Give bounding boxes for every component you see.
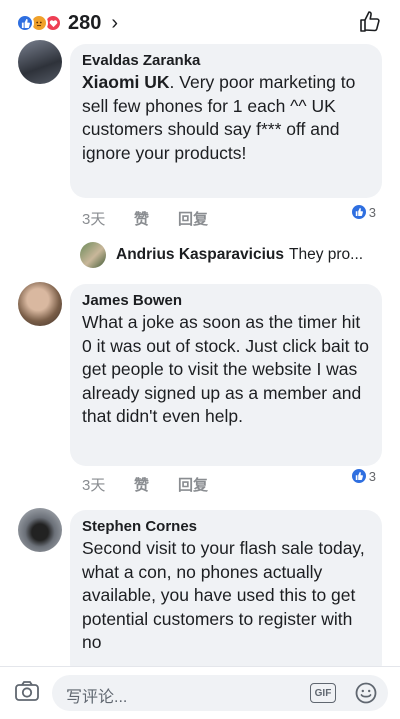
comment-placeholder: 写评论... <box>66 689 128 706</box>
reply-button[interactable]: 回复 <box>178 474 208 495</box>
reply-button[interactable]: 回复 <box>178 208 208 229</box>
comment-text: Xiaomi UK. Very poor marketing to sell f… <box>82 72 356 163</box>
camera-icon[interactable] <box>14 679 40 708</box>
like-button[interactable]: 赞 <box>134 208 178 229</box>
comment-reaction-count[interactable]: 3 <box>350 204 376 220</box>
mention-link[interactable]: Xiaomi UK <box>82 72 170 92</box>
like-reaction-icon <box>350 204 367 220</box>
reply-avatar <box>80 242 106 268</box>
comment-text: What a joke as soon as the timer hit 0 i… <box>82 312 369 426</box>
emoji-icon[interactable] <box>354 681 378 710</box>
comment-meta: 3天 赞 回复 <box>82 208 208 229</box>
comment-input[interactable]: 写评论... GIF <box>52 675 388 711</box>
like-reaction-icon <box>16 14 34 32</box>
reactions-header: 280 › <box>0 0 400 46</box>
reply-snippet: They pro... <box>288 246 364 263</box>
like-button[interactable]: 赞 <box>134 474 178 495</box>
comment-time: 3天 <box>82 477 106 494</box>
gif-icon[interactable]: GIF <box>310 683 336 703</box>
avatar[interactable] <box>18 282 62 326</box>
reply-author[interactable]: Andrius Kasparavicius <box>116 246 284 264</box>
comment-author[interactable]: James Bowen <box>82 292 370 309</box>
comment-text: Second visit to your flash sale today, w… <box>82 538 365 652</box>
comment-meta: 3天 赞 回复 <box>82 474 208 495</box>
reaction-count[interactable]: 280 <box>68 12 101 35</box>
avatar[interactable] <box>18 508 62 552</box>
thumbs-up-icon[interactable] <box>358 10 382 39</box>
comment-author[interactable]: Evaldas Zaranka <box>82 52 370 69</box>
comment-bubble[interactable]: Evaldas Zaranka Xiaomi UK. Very poor mar… <box>70 44 382 198</box>
avatar[interactable] <box>18 40 62 84</box>
comment-reaction-count[interactable]: 3 <box>350 468 376 484</box>
comment-composer: 写评论... GIF <box>0 666 400 719</box>
reaction-icons[interactable] <box>16 14 62 32</box>
reaction-number: 3 <box>368 204 376 220</box>
comment-time: 3天 <box>82 211 106 228</box>
comment-bubble[interactable]: James Bowen What a joke as soon as the t… <box>70 284 382 466</box>
reaction-number: 3 <box>368 468 376 484</box>
comment-bubble[interactable]: Stephen Cornes Second visit to your flas… <box>70 510 382 680</box>
reply-preview[interactable]: Andrius Kasparavicius They pro... <box>80 242 363 268</box>
chevron-right-icon[interactable]: › <box>111 12 118 35</box>
like-reaction-icon <box>350 468 367 484</box>
comment-author[interactable]: Stephen Cornes <box>82 518 370 535</box>
